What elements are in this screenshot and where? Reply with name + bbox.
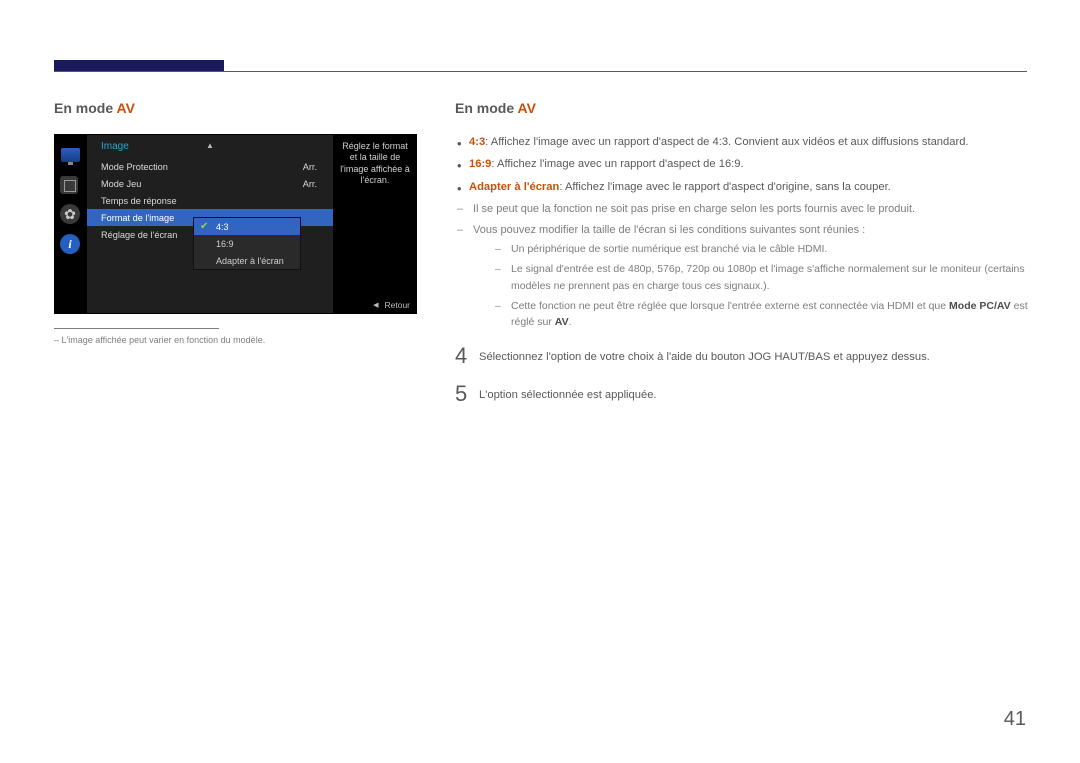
step-item: 5 L'option sélectionnée est appliquée. [455, 383, 1030, 405]
dash-list: Il se peut que la fonction ne soit pas p… [455, 201, 1030, 330]
steps-list: 4 Sélectionnez l'option de votre choix à… [455, 345, 1030, 405]
heading-prefix: En mode [54, 100, 117, 116]
check-icon: ✔ [200, 221, 210, 232]
page-number: 41 [1004, 708, 1026, 731]
osd-screenshot: ✿ i Image ▲ Mode ProtectionArr. Mode Jeu… [54, 134, 417, 314]
osd-row: Temps de réponse [87, 192, 333, 209]
heading-prefix: En mode [455, 100, 518, 116]
osd-submenu: ✔4:3 16:9 Adapter à l'écran [193, 217, 301, 270]
triangle-left-icon: ◀ [373, 301, 378, 309]
osd-footer: ◀Retour [373, 300, 410, 310]
osd-description: Réglez le format et la taille de l'image… [334, 135, 416, 192]
osd-row: Mode ProtectionArr. [87, 158, 333, 175]
step-text: Sélectionnez l'option de votre choix à l… [479, 345, 930, 366]
arrow-up-icon: ▲ [206, 141, 214, 150]
monitor-icon [61, 148, 80, 162]
step-number: 4 [455, 345, 479, 367]
heading-right: En mode AV [455, 100, 1030, 116]
info-icon: i [60, 234, 80, 254]
osd-icon-column: ✿ i [60, 144, 82, 264]
nested-dash-list: Un périphérique de sortie numérique est … [493, 241, 1030, 330]
bullet-item: 16:9: Affichez l'image avec un rapport d… [455, 156, 1030, 173]
footnote: L'image affichée peut varier en fonction… [54, 335, 424, 345]
picture-icon [60, 176, 78, 194]
step-text: L'option sélectionnée est appliquée. [479, 383, 657, 404]
bullet-list: 4:3: Affichez l'image avec un rapport d'… [455, 134, 1030, 196]
step-item: 4 Sélectionnez l'option de votre choix à… [455, 345, 1030, 367]
header-accent [54, 60, 224, 71]
osd-row: Mode JeuArr. [87, 175, 333, 192]
osd-subrow: 16:9 [194, 235, 300, 252]
osd-subrow-active: ✔4:3 [194, 218, 300, 235]
heading-mode: AV [518, 100, 536, 116]
right-column: En mode AV 4:3: Affichez l'image avec un… [455, 100, 1030, 421]
bullet-item: 4:3: Affichez l'image avec un rapport d'… [455, 134, 1030, 151]
heading-mode: AV [117, 100, 135, 116]
nested-item: Un périphérique de sortie numérique est … [493, 241, 1030, 257]
heading-left: En mode AV [54, 100, 424, 116]
bullet-item: Adapter à l'écran: Affichez l'image avec… [455, 179, 1030, 196]
dash-item: Vous pouvez modifier la taille de l'écra… [455, 222, 1030, 330]
gear-icon: ✿ [60, 204, 80, 224]
dash-item: Il se peut que la fonction ne soit pas p… [455, 201, 1030, 218]
footnote-rule [54, 328, 219, 329]
nested-item: Cette fonction ne peut être réglée que l… [493, 298, 1030, 331]
left-column: En mode AV ✿ i Image ▲ Mode ProtectionAr… [54, 100, 424, 345]
step-number: 5 [455, 383, 479, 405]
osd-subrow: Adapter à l'écran [194, 252, 300, 269]
nested-item: Le signal d'entrée est de 480p, 576p, 72… [493, 261, 1030, 294]
